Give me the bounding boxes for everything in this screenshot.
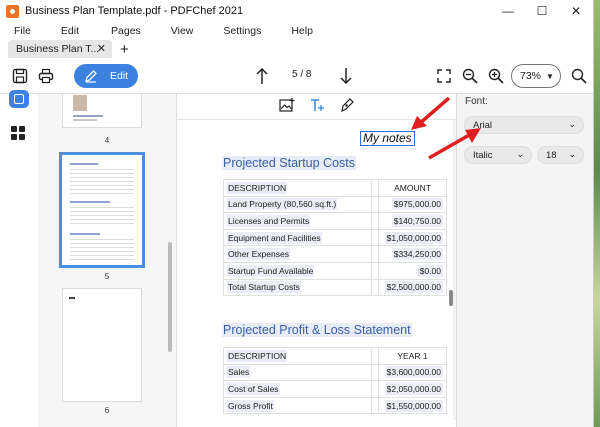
- tab-close-icon[interactable]: ✕: [97, 42, 106, 55]
- menu-bar: File Edit Pages View Settings Help: [0, 22, 593, 40]
- maximize-button[interactable]: ☐: [525, 0, 559, 22]
- table-cell: $334,250.00: [378, 245, 447, 263]
- table-cell: Equipment and Facilities: [223, 228, 372, 247]
- thumbnail-number: 4: [104, 136, 110, 145]
- print-icon[interactable]: [36, 66, 56, 86]
- zoom-value: 73%: [520, 70, 542, 82]
- chevron-down-icon: ⌄: [568, 119, 576, 129]
- menu-file[interactable]: File: [14, 25, 31, 37]
- document-tab[interactable]: Business Plan T... ✕: [8, 40, 112, 58]
- profit-loss-table: DESCRIPTION YEAR 1 Sales $3,600,000.00 C…: [223, 347, 447, 415]
- table-header: AMOUNT: [378, 179, 447, 197]
- chevron-down-icon: ▼: [546, 71, 554, 81]
- title-bar: Business Plan Template.pdf - PDFChef 202…: [0, 0, 593, 22]
- table-header-row: DESCRIPTION YEAR 1: [223, 347, 447, 365]
- table-cell: Total Startup Costs: [223, 278, 372, 297]
- search-icon[interactable]: [569, 66, 589, 86]
- table-row: Land Property (80,560 sq.ft.) $975,000.0…: [223, 195, 447, 214]
- table-row: Gross Profit $1,550,000.00: [223, 396, 447, 415]
- table-cell: $2,500,000.00: [378, 278, 447, 297]
- left-rail: [0, 90, 38, 427]
- page-thumbnail-4[interactable]: [62, 94, 142, 128]
- window-title: Business Plan Template.pdf - PDFChef 202…: [25, 5, 244, 17]
- table-row: Cost of Sales $2,050,000.00: [223, 380, 447, 398]
- thumbnail-photo: [73, 95, 87, 111]
- app-window: Business Plan Template.pdf - PDFChef 202…: [0, 0, 594, 427]
- fit-page-icon[interactable]: [434, 66, 454, 86]
- page-thumbnail-6[interactable]: [62, 288, 142, 402]
- document-pane: My notes Projected Startup Costs DESCRIP…: [176, 94, 456, 427]
- table-cell: Licenses and Permits: [223, 212, 372, 230]
- chevron-down-icon: ⌄: [568, 149, 576, 159]
- table-row: Licenses and Permits $140,750.00: [223, 212, 447, 230]
- table-header: DESCRIPTION: [223, 347, 372, 365]
- save-icon[interactable]: [10, 66, 30, 86]
- next-page-icon[interactable]: [336, 66, 356, 86]
- menu-help[interactable]: Help: [291, 25, 313, 37]
- section-title: Projected Startup Costs: [222, 156, 357, 170]
- edit-button[interactable]: Edit: [74, 64, 138, 88]
- table-header-row: DESCRIPTION AMOUNT: [223, 179, 447, 197]
- table-row: Startup Fund Available $0.00: [223, 261, 447, 280]
- table-row: Other Expenses $334,250.00: [223, 245, 447, 263]
- edit-button-label: Edit: [110, 70, 129, 82]
- section-title: Projected Profit & Loss Statement: [222, 323, 412, 337]
- font-size-value: 18: [546, 149, 557, 161]
- table-cell: Gross Profit: [223, 396, 372, 415]
- table-cell: $1,050,000.00: [378, 228, 447, 247]
- tab-bar: Business Plan T... ✕ +: [0, 40, 593, 58]
- thumbnail-number: 5: [104, 272, 110, 281]
- main-toolbar: Edit 5 / 8 73% ▼: [0, 58, 593, 94]
- document-page: My notes Projected Startup Costs DESCRIP…: [177, 120, 456, 420]
- zoom-in-icon[interactable]: [486, 66, 506, 86]
- page-sheet: My notes Projected Startup Costs DESCRIP…: [177, 120, 453, 420]
- draw-pen-icon[interactable]: [339, 97, 355, 116]
- minimize-button[interactable]: —: [491, 0, 525, 22]
- table-cell: Cost of Sales: [223, 380, 372, 398]
- table-cell: Other Expenses: [223, 245, 372, 263]
- document-vertical-scrollbar[interactable]: [449, 290, 453, 306]
- table-row: Sales $3,600,000.00: [223, 363, 447, 382]
- zoom-select[interactable]: 73% ▼: [511, 64, 561, 88]
- font-size-select[interactable]: 18 ⌄: [537, 146, 584, 164]
- table-cell: Startup Fund Available: [223, 261, 372, 280]
- app-logo-icon: [6, 4, 19, 18]
- close-button[interactable]: ✕: [559, 0, 593, 22]
- table-header: YEAR 1: [378, 347, 447, 365]
- chevron-down-icon: ⌄: [516, 149, 524, 159]
- table-row: Total Startup Costs $2,500,000.00: [223, 278, 447, 297]
- document-tab-label: Business Plan T...: [16, 43, 100, 55]
- table-cell: $140,750.00: [378, 212, 447, 230]
- menu-settings[interactable]: Settings: [223, 25, 261, 37]
- main-area: 4 5 6 My notes Projected Startup Costs D…: [0, 90, 593, 427]
- table-cell: $3,600,000.00: [378, 363, 447, 382]
- grid-view-icon[interactable]: [11, 126, 25, 143]
- pencil-icon: [85, 70, 97, 83]
- menu-view[interactable]: View: [171, 25, 194, 37]
- table-header: DESCRIPTION: [223, 179, 372, 197]
- previous-page-icon[interactable]: [252, 66, 272, 86]
- new-tab-button[interactable]: +: [120, 42, 129, 58]
- table-cell: Sales: [223, 363, 372, 382]
- add-image-icon[interactable]: [278, 97, 295, 116]
- startup-costs-table: DESCRIPTION AMOUNT Land Property (80,560…: [223, 179, 447, 297]
- pages-panel-icon[interactable]: [9, 90, 29, 108]
- thumbnail-pane: 4 5 6: [38, 94, 176, 427]
- table-cell: $0.00: [378, 261, 447, 280]
- zoom-out-icon[interactable]: [460, 66, 480, 86]
- add-text-icon[interactable]: [309, 97, 325, 116]
- table-cell: $975,000.00: [378, 195, 447, 214]
- red-arrow-to-font: [428, 128, 481, 160]
- menu-pages[interactable]: Pages: [111, 25, 141, 37]
- font-label: Font:: [465, 96, 488, 107]
- table-cell: Land Property (80,560 sq.ft.): [223, 195, 372, 214]
- table-cell: $2,050,000.00: [378, 380, 447, 398]
- thumbnail-number: 6: [104, 406, 110, 415]
- table-cell: $1,550,000.00: [378, 396, 447, 415]
- page-indicator[interactable]: 5 / 8: [292, 69, 311, 80]
- table-row: Equipment and Facilities $1,050,000.00: [223, 228, 447, 247]
- menu-edit[interactable]: Edit: [61, 25, 79, 37]
- page-thumbnail-5[interactable]: [59, 152, 145, 268]
- thumbnail-scrollbar[interactable]: [168, 242, 172, 352]
